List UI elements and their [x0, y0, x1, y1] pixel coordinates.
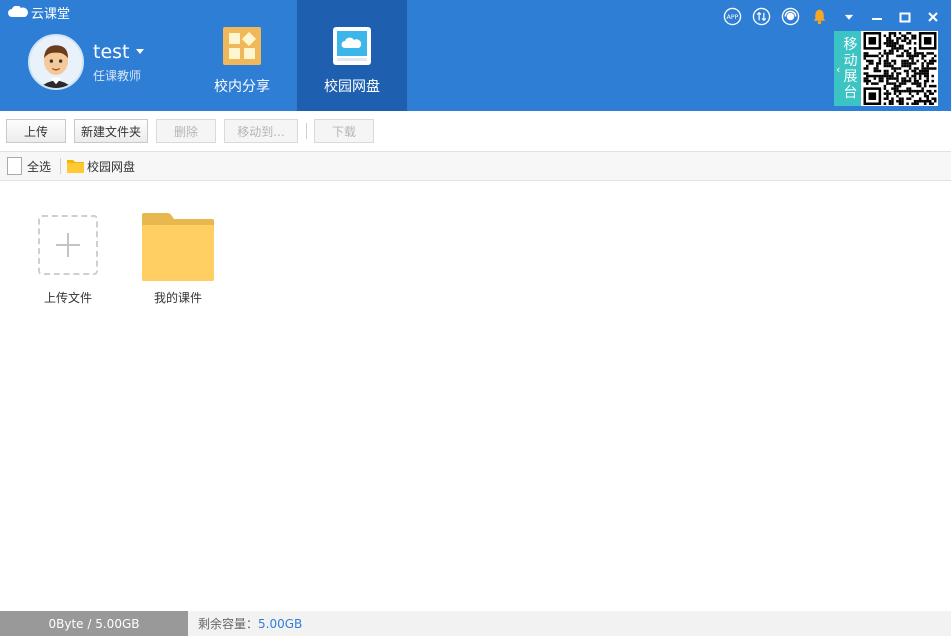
upload-file-label: 上传文件 [43, 291, 92, 305]
caret-down-icon [135, 49, 144, 54]
app-icon[interactable]: APP [722, 6, 743, 27]
toolbar: 上传 新建文件夹 删除 移动到... 下载 [0, 111, 951, 151]
remaining-value: 5.00GB [258, 616, 303, 631]
file-area: 上传文件 我的课件 [0, 181, 951, 611]
title-bar: 云课堂 [0, 0, 70, 24]
status-bar: 0Byte / 5.00GB 剩余容量： 5.00GB [0, 611, 951, 636]
move-to-button[interactable]: 移动到... [224, 119, 298, 143]
cloud-logo-icon [8, 6, 28, 17]
dropdown-icon[interactable] [838, 6, 859, 27]
share-grid-icon [223, 27, 261, 65]
app-title: 云课堂 [31, 6, 71, 22]
download-button[interactable]: 下载 [314, 119, 374, 143]
tab-campus-share[interactable]: 校内分享 [187, 0, 297, 111]
remaining-label: 剩余容量： [198, 617, 259, 631]
storage-remaining: 剩余容量： 5.00GB [188, 611, 302, 636]
upload-plus-box[interactable] [38, 215, 98, 275]
user-profile[interactable]: test 任课教师 [28, 34, 144, 90]
mobile-showcase-panel[interactable]: ‹ 移动展台 [834, 31, 938, 106]
chevron-left-icon: ‹ [836, 63, 841, 76]
plus-icon [56, 233, 80, 257]
tab-campus-disk-label: 校园网盘 [324, 79, 380, 95]
select-all-checkbox[interactable] [7, 157, 22, 175]
tab-campus-share-label: 校内分享 [214, 79, 270, 95]
header: 云课堂 test 任课教师 校内分享 校园网盘 APP ‹ 移动展台 [0, 0, 951, 111]
mobile-showcase-label: 移动展台 [843, 36, 858, 101]
cloud-disk-icon [333, 27, 371, 65]
folder-icon [67, 160, 85, 173]
bell-icon[interactable] [809, 6, 830, 27]
sync-icon[interactable] [751, 6, 772, 27]
avatar[interactable] [28, 34, 84, 90]
new-folder-button[interactable]: 新建文件夹 [74, 119, 148, 143]
teacher-avatar-icon [30, 36, 82, 88]
toolbar-divider [306, 123, 307, 139]
upload-button[interactable]: 上传 [6, 119, 66, 143]
select-all-label[interactable]: 全选 [27, 158, 51, 175]
upload-file-tile[interactable]: 上传文件 [23, 211, 113, 306]
support-icon[interactable] [780, 6, 801, 27]
path-divider [60, 158, 62, 174]
maximize-icon[interactable] [893, 8, 917, 26]
folder-icon [142, 213, 214, 281]
folder-my-courseware[interactable]: 我的课件 [133, 211, 223, 306]
minimize-icon[interactable] [865, 8, 889, 26]
mobile-showcase-tab[interactable]: ‹ 移动展台 [834, 31, 861, 106]
tab-campus-disk[interactable]: 校园网盘 [297, 0, 407, 111]
qr-code-icon [863, 32, 937, 105]
window-controls [861, 8, 945, 26]
folder-label: 我的课件 [153, 291, 202, 305]
close-icon[interactable] [921, 8, 945, 26]
user-name: test [93, 40, 130, 63]
top-icons: APP [714, 6, 859, 27]
storage-used: 0Byte / 5.00GB [0, 611, 188, 636]
path-bar: 全选 校园网盘 [0, 151, 951, 181]
breadcrumb[interactable]: 校园网盘 [87, 158, 135, 175]
user-role: 任课教师 [93, 68, 142, 83]
svg-text:APP: APP [727, 14, 739, 21]
user-name-dropdown[interactable]: test [93, 41, 144, 63]
delete-button[interactable]: 删除 [156, 119, 216, 143]
